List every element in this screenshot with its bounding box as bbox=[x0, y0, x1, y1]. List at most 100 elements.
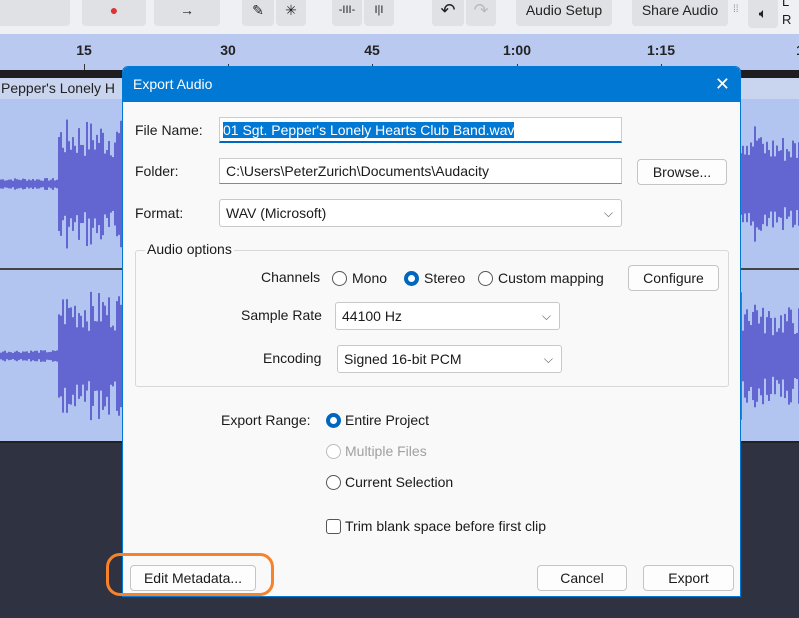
cancel-button[interactable]: Cancel bbox=[537, 565, 627, 591]
mono-label[interactable]: Mono bbox=[352, 270, 387, 286]
share-audio-button[interactable]: Share Audio bbox=[632, 0, 728, 26]
waveform-bar bbox=[78, 128, 80, 240]
waveform-bar bbox=[98, 293, 100, 419]
waveform-bar bbox=[52, 350, 54, 362]
entire-project-label[interactable]: Entire Project bbox=[345, 412, 429, 428]
waveform-bar bbox=[14, 178, 16, 190]
trim-blank-checkbox[interactable] bbox=[326, 519, 341, 534]
encoding-select[interactable]: Signed 16-bit PCM ⌵ bbox=[337, 345, 562, 373]
trim-button[interactable]: -III- bbox=[332, 0, 362, 26]
current-selection-radio[interactable] bbox=[326, 475, 341, 490]
folder-input[interactable]: C:\Users\PeterZurich\Documents\Audacity bbox=[219, 158, 622, 184]
toolbar-button[interactable] bbox=[0, 0, 70, 26]
waveform-bar bbox=[28, 352, 30, 360]
multi-tool[interactable]: ✳ bbox=[276, 0, 306, 26]
file-name-input[interactable]: 01 Sgt. Pepper's Lonely Hearts Club Band… bbox=[219, 117, 622, 143]
waveform-bar bbox=[18, 352, 20, 360]
waveform-bar bbox=[80, 315, 82, 397]
waveform-bar bbox=[76, 327, 78, 385]
waveform-bar bbox=[794, 333, 796, 379]
waveform-bar bbox=[92, 140, 94, 228]
waveform-bar bbox=[94, 321, 96, 391]
record-button[interactable]: ● bbox=[82, 0, 146, 26]
channels-label: Channels bbox=[261, 269, 321, 285]
waveform-bar bbox=[50, 179, 52, 189]
pencil-icon: ✎ bbox=[252, 1, 264, 18]
waveform-bar bbox=[82, 144, 84, 224]
waveform-bar bbox=[86, 121, 88, 247]
waveform-bar bbox=[56, 179, 58, 189]
custom-mapping-label[interactable]: Custom mapping bbox=[498, 270, 604, 286]
waveform-bar bbox=[92, 306, 94, 406]
waveform-bar bbox=[44, 178, 46, 190]
waveform-bar bbox=[32, 351, 34, 361]
waveform-bar bbox=[104, 153, 106, 215]
waveform-bar bbox=[760, 316, 762, 396]
waveform-bar bbox=[2, 351, 4, 361]
redo-button[interactable]: ↷ bbox=[466, 0, 496, 26]
waveform-bar bbox=[756, 310, 758, 402]
waveform-bar bbox=[24, 351, 26, 361]
waveform-bar bbox=[760, 137, 762, 231]
audio-setup-button[interactable]: Audio Setup bbox=[516, 0, 612, 26]
waveform-bar bbox=[60, 315, 62, 397]
waveform-bar bbox=[752, 146, 754, 222]
waveform-bar bbox=[72, 137, 74, 231]
configure-button[interactable]: Configure bbox=[628, 265, 719, 291]
waveform-bar bbox=[100, 128, 102, 240]
multi-tool-icon: ✳ bbox=[285, 1, 297, 18]
waveform-bar bbox=[748, 321, 750, 391]
waveform-bar bbox=[112, 157, 114, 211]
close-icon[interactable]: ✕ bbox=[715, 67, 730, 102]
waveform-bar bbox=[110, 327, 112, 385]
waveform-bar bbox=[750, 325, 752, 387]
waveform-bar bbox=[766, 317, 768, 395]
browse-button[interactable]: Browse... bbox=[637, 159, 727, 185]
waveform-bar bbox=[796, 332, 798, 380]
meter-right-label: R bbox=[782, 12, 792, 27]
stereo-label[interactable]: Stereo bbox=[424, 270, 465, 286]
waveform-bar bbox=[762, 143, 764, 225]
waveform-bar bbox=[10, 352, 12, 360]
waveform-bar bbox=[792, 140, 794, 228]
format-select[interactable]: WAV (Microsoft) ⌵ bbox=[219, 199, 622, 227]
waveform-bar bbox=[26, 180, 28, 188]
waveform-bar bbox=[60, 132, 62, 236]
waveform-bar bbox=[62, 147, 64, 221]
timeline-ruler[interactable]: 15 30 45 1:00 1:15 1 bbox=[0, 34, 799, 70]
mono-radio[interactable] bbox=[332, 271, 347, 286]
waveform-bar bbox=[762, 307, 764, 405]
sample-rate-select[interactable]: 44100 Hz ⌵ bbox=[335, 302, 560, 330]
sample-rate-label: Sample Rate bbox=[241, 307, 322, 323]
format-label: Format: bbox=[135, 205, 184, 221]
entire-project-radio[interactable] bbox=[326, 413, 341, 428]
grip-icon[interactable]: ⁞⁞ bbox=[733, 4, 739, 15]
waveform-bar bbox=[66, 299, 68, 413]
share-audio-label: Share Audio bbox=[641, 2, 719, 18]
waveform-bar bbox=[16, 350, 18, 362]
waveform-bar bbox=[792, 323, 794, 389]
volume-button[interactable]: 🔈︎ bbox=[748, 0, 778, 28]
waveform-bar bbox=[96, 134, 98, 234]
export-button[interactable]: Export bbox=[643, 565, 734, 591]
waveform-bar bbox=[70, 307, 72, 405]
stereo-radio[interactable] bbox=[404, 271, 419, 286]
waveform-bar bbox=[8, 179, 10, 189]
undo-button[interactable]: ↶ bbox=[432, 0, 464, 26]
undo-icon: ↶ bbox=[440, 0, 456, 20]
pencil-tool[interactable]: ✎ bbox=[242, 0, 274, 26]
dialog-titlebar[interactable]: Export Audio ✕ bbox=[123, 67, 740, 102]
waveform-bar bbox=[74, 305, 76, 407]
waveform-bar bbox=[66, 119, 68, 249]
waveform-bar bbox=[98, 142, 100, 226]
trim-blank-label[interactable]: Trim blank space before first clip bbox=[345, 518, 546, 534]
silence-button[interactable]: I|I bbox=[364, 0, 394, 26]
waveform-bar bbox=[108, 297, 110, 415]
skip-end-button[interactable]: → bbox=[154, 0, 220, 26]
waveform-bar bbox=[118, 133, 120, 235]
waveform-bar bbox=[80, 144, 82, 224]
export-audio-dialog: Export Audio ✕ File Name: 01 Sgt. Pepper… bbox=[122, 66, 741, 597]
custom-mapping-radio[interactable] bbox=[478, 271, 493, 286]
current-selection-label[interactable]: Current Selection bbox=[345, 474, 453, 490]
waveform-bar bbox=[90, 123, 92, 245]
